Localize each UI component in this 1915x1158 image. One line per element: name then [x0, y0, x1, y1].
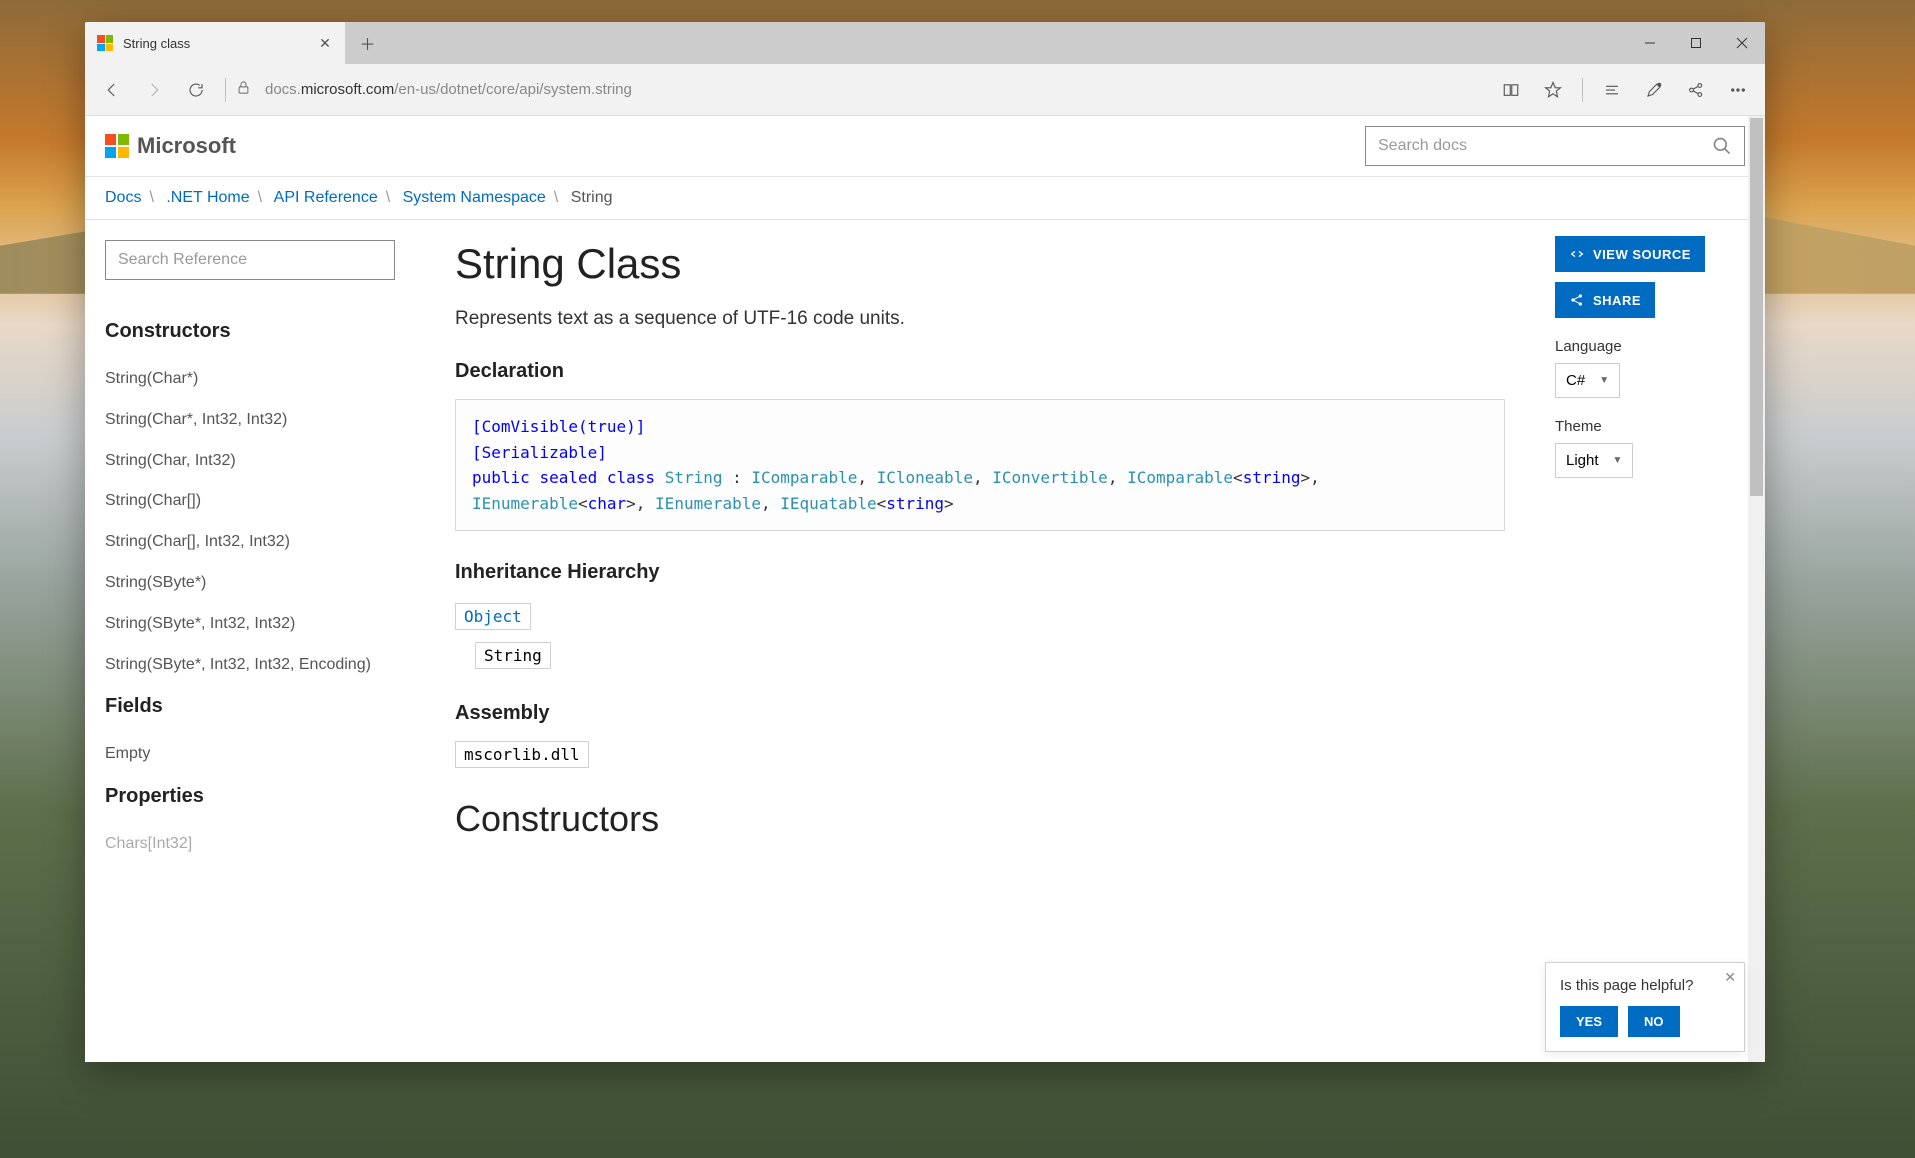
- section-heading-assembly: Assembly: [455, 702, 1505, 725]
- breadcrumb-current: String: [571, 189, 613, 206]
- section-heading-inheritance: Inheritance Hierarchy: [455, 561, 1505, 584]
- browser-window: String class ✕ ＋ docs.microsoft.com/en-u…: [85, 22, 1765, 1062]
- code-icon: [1569, 246, 1585, 262]
- action-rail: VIEW SOURCE SHARE Language C# Theme Ligh…: [1545, 220, 1765, 1048]
- sidebar-item[interactable]: String(Char[]): [105, 481, 395, 522]
- feedback-yes-button[interactable]: YES: [1560, 1006, 1618, 1037]
- close-icon[interactable]: ✕: [1724, 969, 1736, 986]
- article: String Class Represents text as a sequen…: [415, 220, 1545, 1048]
- language-select[interactable]: C#: [1555, 363, 1620, 398]
- window-controls: [1627, 22, 1765, 64]
- hub-icon[interactable]: [1593, 71, 1631, 109]
- language-label: Language: [1555, 338, 1755, 355]
- sidebar-item[interactable]: String(Char*, Int32, Int32): [105, 400, 395, 441]
- page-body: Constructors String(Char*) String(Char*,…: [85, 220, 1765, 1048]
- breadcrumb-link[interactable]: .NET Home: [166, 189, 249, 206]
- theme-label: Theme: [1555, 418, 1755, 435]
- address-bar[interactable]: docs.microsoft.com/en-us/dotnet/core/api…: [255, 81, 1488, 98]
- toolbar-separator: [1582, 78, 1583, 102]
- section-heading-declaration: Declaration: [455, 360, 1505, 383]
- section-heading-constructors: Constructors: [455, 798, 1505, 840]
- microsoft-logo[interactable]: Microsoft: [105, 133, 236, 159]
- microsoft-logo-icon: [105, 134, 129, 158]
- new-tab-button[interactable]: ＋: [345, 22, 390, 64]
- tab-title: String class: [123, 36, 307, 51]
- feedback-popup: ✕ Is this page helpful? YES NO: [1545, 962, 1745, 1052]
- favicon-icon: [97, 35, 113, 51]
- sidebar-group-title: Fields: [105, 695, 395, 718]
- refresh-button[interactable]: [177, 71, 215, 109]
- scrollbar[interactable]: [1748, 116, 1765, 1062]
- browser-tab[interactable]: String class ✕: [85, 22, 345, 64]
- page-title: String Class: [455, 240, 1505, 288]
- share-button[interactable]: SHARE: [1555, 282, 1655, 318]
- sidebar-item[interactable]: String(Char*): [105, 359, 395, 400]
- inheritance-hierarchy: Object String: [455, 600, 1505, 672]
- close-tab-icon[interactable]: ✕: [317, 35, 333, 51]
- sidebar-item[interactable]: String(SByte*): [105, 563, 395, 604]
- declaration-code: [ComVisible(true)] [Serializable] public…: [455, 399, 1505, 531]
- url-text: docs.microsoft.com/en-us/dotnet/core/api…: [265, 81, 632, 98]
- search-reference-input[interactable]: [105, 240, 395, 280]
- search-docs-input[interactable]: [1378, 137, 1712, 155]
- breadcrumb: Docs\ .NET Home\ API Reference\ System N…: [85, 176, 1765, 220]
- titlebar: String class ✕ ＋: [85, 22, 1765, 64]
- theme-select[interactable]: Light: [1555, 443, 1633, 478]
- more-icon[interactable]: [1719, 71, 1757, 109]
- share-icon[interactable]: [1677, 71, 1715, 109]
- close-window-button[interactable]: [1719, 22, 1765, 64]
- view-source-button[interactable]: VIEW SOURCE: [1555, 236, 1705, 272]
- lock-icon: [236, 80, 251, 100]
- assembly-name: mscorlib.dll: [455, 741, 589, 768]
- sidebar-item[interactable]: Empty: [105, 734, 395, 775]
- browser-toolbar: docs.microsoft.com/en-us/dotnet/core/api…: [85, 64, 1765, 116]
- back-button[interactable]: [93, 71, 131, 109]
- site-header: Microsoft: [85, 116, 1765, 176]
- page-description: Represents text as a sequence of UTF-16 …: [455, 308, 1505, 330]
- maximize-button[interactable]: [1673, 22, 1719, 64]
- reading-view-icon[interactable]: [1492, 71, 1530, 109]
- breadcrumb-link[interactable]: Docs: [105, 189, 141, 206]
- search-docs-box[interactable]: [1365, 126, 1745, 166]
- feedback-prompt: Is this page helpful?: [1560, 977, 1730, 994]
- minimize-button[interactable]: [1627, 22, 1673, 64]
- breadcrumb-link[interactable]: System Namespace: [403, 189, 546, 206]
- sidebar-item[interactable]: String(SByte*, Int32, Int32, Encoding): [105, 645, 395, 686]
- search-icon: [1712, 136, 1732, 156]
- sidebar-item[interactable]: String(Char, Int32): [105, 441, 395, 482]
- feedback-no-button[interactable]: NO: [1628, 1006, 1680, 1037]
- sidebar-item[interactable]: String(Char[], Int32, Int32): [105, 522, 395, 563]
- sidebar-group-title: Properties: [105, 785, 395, 808]
- sidebar: Constructors String(Char*) String(Char*,…: [85, 220, 415, 1048]
- sidebar-group-title: Constructors: [105, 320, 395, 343]
- brand-name: Microsoft: [137, 133, 236, 159]
- inherit-self: String: [475, 642, 551, 669]
- forward-button[interactable]: [135, 71, 173, 109]
- notes-icon[interactable]: [1635, 71, 1673, 109]
- favorite-icon[interactable]: [1534, 71, 1572, 109]
- share-icon: [1569, 292, 1585, 308]
- inherit-parent-link[interactable]: Object: [455, 603, 531, 630]
- sidebar-item[interactable]: String(SByte*, Int32, Int32): [105, 604, 395, 645]
- breadcrumb-link[interactable]: API Reference: [274, 189, 378, 206]
- sidebar-item[interactable]: Chars[Int32]: [105, 824, 395, 865]
- page-content: Microsoft Docs\ .NET Home\ API Reference…: [85, 116, 1765, 1062]
- toolbar-separator: [225, 78, 226, 102]
